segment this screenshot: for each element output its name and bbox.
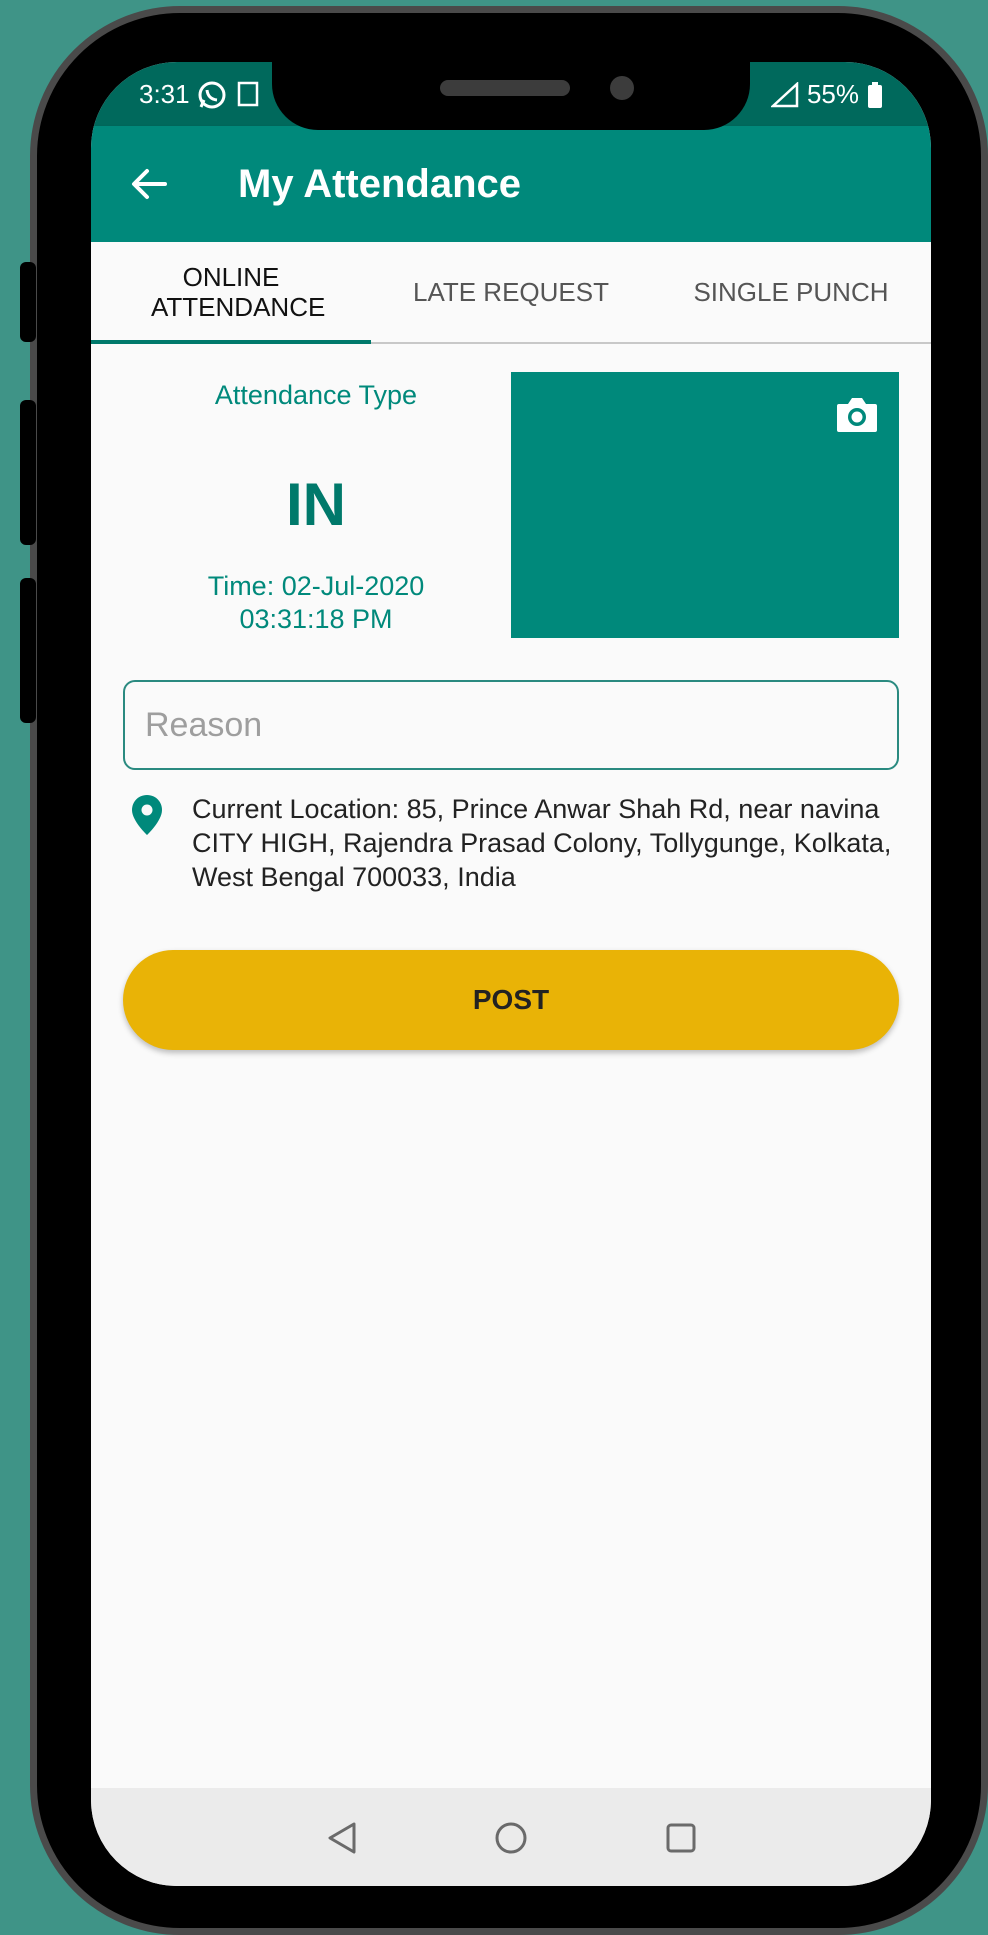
notch-camera [610,76,634,100]
notch-speaker [440,80,570,96]
system-nav-bar [91,1788,931,1886]
tab-single-punch[interactable]: SINGLE PUNCH [651,242,931,342]
tab-label: ONLINE ATTENDANCE [151,262,326,322]
attendance-clock: 03:31:18 PM [239,604,393,634]
nav-recents-icon[interactable] [661,1818,701,1858]
phone-side-button [20,400,36,545]
reason-input[interactable] [123,680,899,770]
phone-notch [272,62,750,130]
current-location-text: Current Location: 85, Prince Anwar Shah … [192,794,892,892]
location-pin-icon [132,795,162,835]
photo-preview[interactable] [511,372,899,638]
battery-icon [868,81,882,108]
whatsapp-icon [198,81,226,109]
tab-online-attendance[interactable]: ONLINE ATTENDANCE [91,242,371,344]
camera-icon[interactable] [835,394,879,434]
app-screen: 3:31 55% My Attendance ONLINE ATTENDANCE… [91,62,931,1886]
battery-percent: 55% [806,79,859,109]
page-title: My Attendance [238,162,522,206]
nav-back-icon[interactable] [322,1818,362,1858]
tab-indicator [91,340,371,344]
status-right: 55% [770,79,883,110]
status-time: 3:31 [139,79,190,109]
attendance-time: Time: 02-Jul-2020 03:31:18 PM [91,570,541,636]
phone-side-button [20,262,36,342]
signal-icon [770,81,799,107]
nav-home-icon[interactable] [491,1818,531,1858]
attendance-type-value: IN [286,471,346,538]
tab-label: LATE REQUEST [412,277,609,307]
attendance-type-label: Attendance Type [214,380,418,410]
tab-label: SINGLE PUNCH [693,277,889,307]
tab-late-request[interactable]: LATE REQUEST [371,242,651,342]
phone-side-button [20,578,36,723]
attendance-date: Time: 02-Jul-2020 [207,571,425,601]
notification-icon [237,81,259,107]
app-bar: My Attendance [91,126,931,242]
tab-bar: ONLINE ATTENDANCE LATE REQUEST SINGLE PU… [91,242,931,344]
post-button[interactable]: POST [123,950,899,1050]
back-arrow-icon[interactable] [127,162,171,206]
